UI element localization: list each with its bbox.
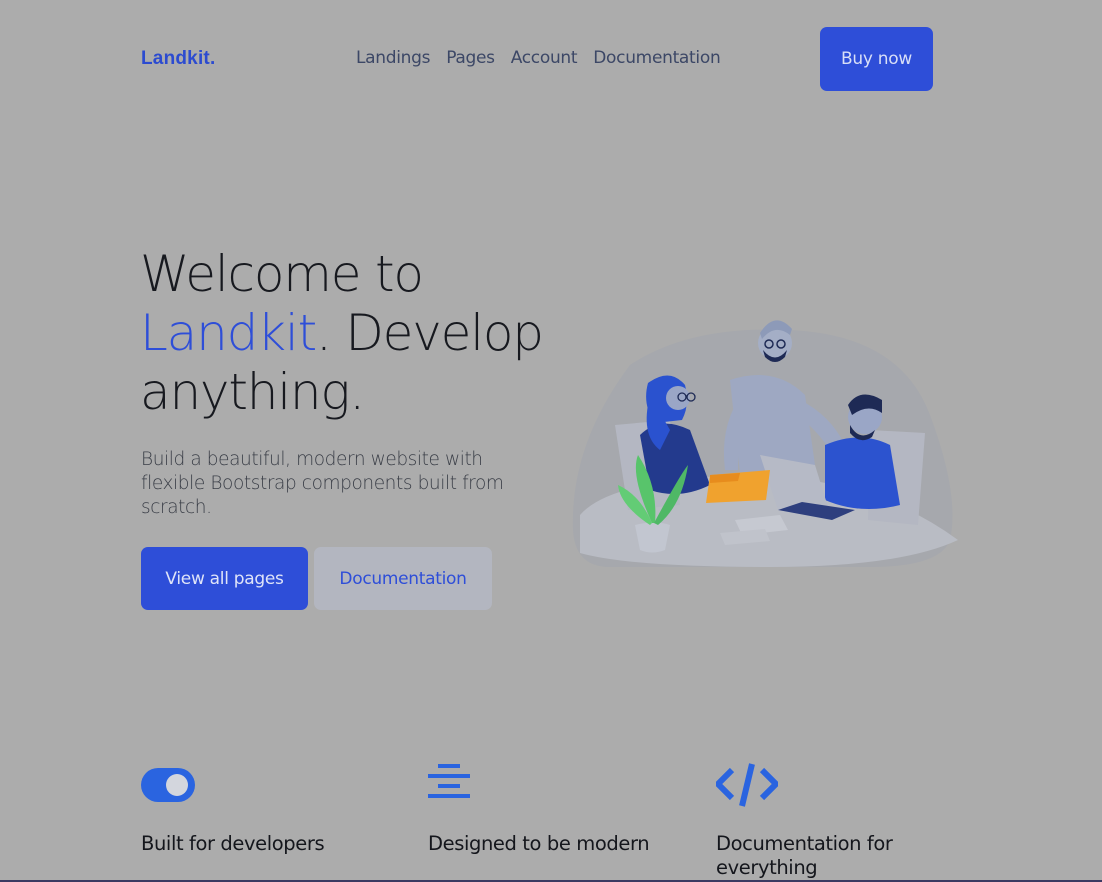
code-icon xyxy=(716,763,778,807)
buy-now-button[interactable]: Buy now xyxy=(820,27,933,91)
documentation-button[interactable]: Documentation xyxy=(314,547,492,610)
align-center-icon xyxy=(428,764,470,798)
main-nav: Landings Pages Account Documentation xyxy=(356,48,736,68)
page: Landkit. Landings Pages Account Document… xyxy=(0,0,1102,882)
team-illustration xyxy=(572,320,958,567)
view-all-pages-button[interactable]: View all pages xyxy=(141,547,308,610)
feature-title: Designed to be modern xyxy=(428,832,650,855)
nav-link-landings[interactable]: Landings xyxy=(356,48,431,68)
hero-title: Welcome to Landkit. Develop anything. xyxy=(140,245,600,422)
brand-logo[interactable]: Landkit. xyxy=(141,48,215,70)
feature-documentation: Documentation for everything xyxy=(716,760,966,879)
hero-subtitle: Build a beautiful, modern website with f… xyxy=(141,449,504,518)
hero-title-line1: Welcome to xyxy=(140,245,424,303)
hero-title-line3: anything. xyxy=(140,363,365,421)
feature-title: Built for developers xyxy=(141,832,325,855)
feature-modern: Designed to be modern xyxy=(428,760,678,855)
hero-title-accent: Landkit xyxy=(140,304,317,362)
hero-title-rest: . Develop xyxy=(315,304,544,362)
nav-link-documentation[interactable]: Documentation xyxy=(593,48,720,68)
feature-title: Documentation for everything xyxy=(716,832,893,879)
nav-link-pages[interactable]: Pages xyxy=(446,48,495,68)
feature-developers: Built for developers xyxy=(141,760,391,855)
toggle-icon xyxy=(141,768,195,802)
nav-link-account[interactable]: Account xyxy=(511,48,578,68)
